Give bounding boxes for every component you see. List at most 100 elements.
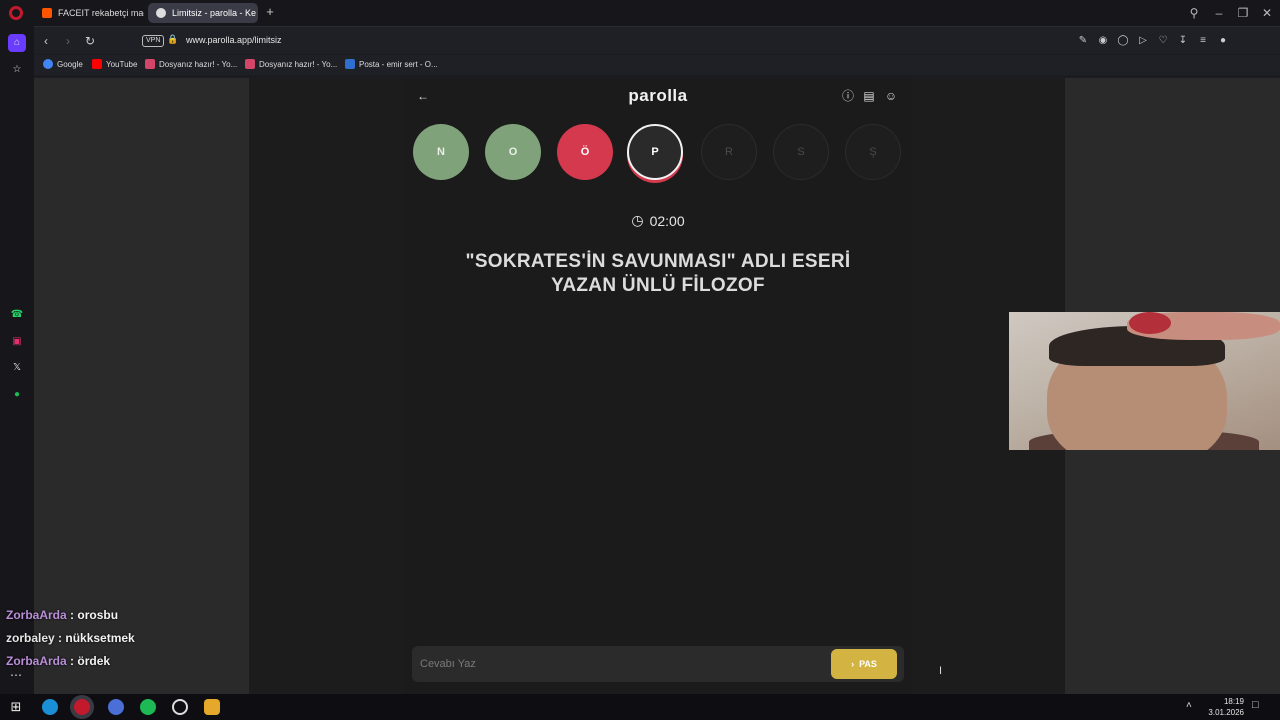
menu-icon[interactable]: ≡	[1197, 35, 1209, 47]
bookmark-label: Posta - emir sert - O...	[359, 59, 438, 69]
close-icon[interactable]: ✕	[1259, 5, 1275, 21]
page-left-margin	[34, 78, 249, 694]
letter-circle-p: P	[627, 124, 683, 180]
letter-label: Ö	[580, 146, 590, 158]
question-text: "SOKRATES'İN SAVUNMASI" ADLI ESERİ YAZAN…	[465, 251, 851, 296]
webcam-overlay	[1009, 312, 1280, 450]
opera-logo-icon[interactable]	[9, 6, 23, 20]
profile-icon[interactable]: ●	[1217, 35, 1229, 47]
pinboard-icon[interactable]: ☆	[8, 61, 26, 79]
url-field[interactable]: www.parolla.app/limitsiz	[186, 35, 282, 45]
clock-time: 18:19	[1223, 697, 1244, 706]
letter-label: P	[651, 146, 659, 158]
pass-button[interactable]: › PAS	[831, 649, 897, 679]
chrome-icon[interactable]	[108, 699, 124, 715]
download-icon[interactable]: ↧	[1177, 35, 1189, 47]
app-icon[interactable]	[204, 699, 220, 715]
info-icon[interactable]: ⓘ	[841, 89, 855, 103]
bookmark-google[interactable]: Google	[43, 59, 83, 69]
chat-message: ZorbaArda : orosbu	[6, 608, 119, 622]
bookmark-youtube[interactable]: YouTube	[92, 59, 137, 69]
chat-text: orosbu	[77, 608, 119, 622]
restore-icon[interactable]: ❐	[1235, 5, 1251, 21]
bookmark-label: Dosyanız hazır! - Yo...	[159, 59, 238, 69]
address-bar: ‹ › ↻ VPN 🔒 www.parolla.app/limitsiz ✎ ◉…	[34, 26, 1280, 54]
bookmark-dosyaniz-1[interactable]: Dosyanız hazır! - Yo...	[145, 59, 237, 69]
forward-icon[interactable]: ›	[60, 33, 76, 49]
steam-icon[interactable]	[172, 699, 188, 715]
new-tab-icon[interactable]: +	[263, 5, 277, 19]
chat-username: ZorbaArda	[6, 608, 67, 622]
chat-username: ZorbaArda	[6, 654, 67, 668]
letter-circle-s: S	[773, 124, 829, 180]
reload-icon[interactable]: ↻	[82, 33, 98, 49]
tab-parolla[interactable]: Limitsiz - parolla - Ke	[148, 3, 258, 23]
taskbar: ⊞ ˄ 18:19 3.01.2026 □	[0, 694, 1280, 720]
google-icon	[43, 59, 53, 69]
clock-icon: ◷	[631, 212, 644, 228]
spotify-taskbar-icon[interactable]	[140, 699, 156, 715]
chevron-right-icon: ›	[851, 659, 855, 669]
spotify-icon[interactable]: ●	[8, 386, 26, 404]
camera-icon[interactable]: ◉	[1097, 35, 1109, 47]
chat-text: nükksetmek	[65, 631, 135, 645]
lock-icon[interactable]: 🔒	[167, 34, 178, 48]
shield-icon[interactable]: ◯	[1117, 35, 1129, 47]
heart-icon[interactable]: ♡	[1157, 35, 1169, 47]
stream-chat: ZorbaArda : orosbu zorbaley : nükksetmek…	[6, 604, 206, 673]
edit-icon[interactable]: ✎	[1077, 35, 1089, 47]
x-icon[interactable]: 𝕏	[8, 359, 26, 377]
bookmark-icon	[245, 59, 255, 69]
letter-circle-oe: Ö	[557, 124, 613, 180]
letter-circle-o: O	[485, 124, 541, 180]
system-clock[interactable]: 18:19 3.01.2026	[1200, 696, 1244, 718]
chevron-up-icon[interactable]: ˄	[1186, 700, 1192, 711]
parolla-favicon-icon	[156, 8, 166, 18]
webcam-object	[1129, 312, 1171, 334]
parolla-app: ← parolla ⓘ ▤ ☺ N O Ö P R S Ş ◷ 02:00 "S…	[404, 78, 942, 694]
faceit-favicon-icon	[42, 8, 52, 18]
whatsapp-icon[interactable]: ☎	[8, 306, 26, 324]
answer-bar: › PAS	[412, 646, 904, 682]
app-title: parolla	[628, 86, 688, 105]
letter-label: S	[797, 146, 805, 158]
back-icon[interactable]: ‹	[38, 33, 54, 49]
tab-faceit[interactable]: FACEIT rekabetçi maç - FA	[34, 3, 144, 23]
bookmark-label: Google	[57, 59, 83, 69]
timer-value: 02:00	[649, 212, 685, 229]
vpn-badge[interactable]: VPN	[142, 35, 165, 47]
bookmark-dosyaniz-2[interactable]: Dosyanız hazır! - Yo...	[245, 59, 337, 69]
stats-icon[interactable]: ▤	[862, 89, 876, 103]
bookmark-label: Dosyanız hazır! - Yo...	[259, 59, 338, 69]
text-cursor-icon: I	[939, 665, 943, 677]
instagram-icon[interactable]: ▣	[8, 333, 26, 351]
more-options-icon[interactable]: ⋯	[10, 668, 22, 682]
bookmarks-bar: Google YouTube Dosyanız hazır! - Yo... D…	[34, 55, 1280, 75]
outlook-icon	[345, 59, 355, 69]
tab-label: FACEIT rekabetçi maç - FA	[58, 8, 144, 18]
chat-username: zorbaley	[6, 631, 55, 645]
search-tabs-icon[interactable]: ⚲	[1186, 5, 1202, 21]
windows-start-icon[interactable]: ⊞	[8, 699, 24, 715]
letter-label: O	[508, 146, 518, 158]
notifications-icon[interactable]: □	[1252, 699, 1259, 711]
letter-circle-sh: Ş	[845, 124, 901, 180]
youtube-icon	[92, 59, 102, 69]
chat-message: ZorbaArda : ördek	[6, 654, 111, 668]
bookmark-posta[interactable]: Posta - emir sert - O...	[345, 59, 438, 69]
chat-text: ördek	[77, 654, 111, 668]
bookmark-label: YouTube	[106, 59, 138, 69]
bookmark-icon	[145, 59, 155, 69]
timer: ◷ 02:00	[404, 212, 912, 229]
user-icon[interactable]: ☺	[884, 89, 898, 103]
home-icon[interactable]: ⌂	[8, 34, 26, 52]
letter-circle-r: R	[701, 124, 757, 180]
minimize-icon[interactable]: –	[1211, 5, 1227, 21]
answer-input[interactable]	[420, 646, 820, 682]
edge-icon[interactable]	[42, 699, 58, 715]
play-icon[interactable]: ▷	[1137, 35, 1149, 47]
letter-label: R	[725, 146, 733, 158]
browser-tab-bar: FACEIT rekabetçi maç - FA Limitsiz - par…	[0, 0, 1280, 26]
opera-taskbar-icon[interactable]	[74, 699, 90, 715]
letter-label: Ş	[869, 146, 877, 158]
